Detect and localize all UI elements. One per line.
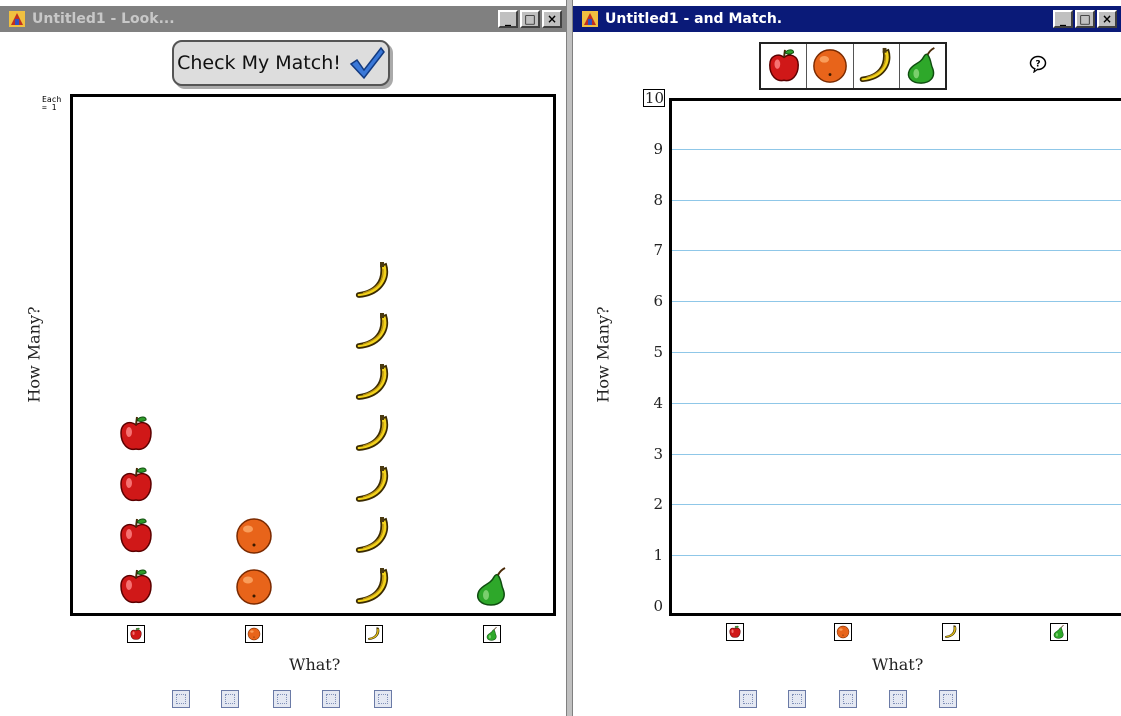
line-view-icon[interactable] bbox=[322, 690, 340, 708]
line-view-icon[interactable] bbox=[889, 690, 907, 708]
palette-banana-icon[interactable] bbox=[854, 44, 900, 88]
x-axis-label: What? bbox=[289, 655, 341, 674]
apple-mark[interactable] bbox=[116, 414, 156, 454]
bar-graph-plot-area[interactable] bbox=[669, 98, 1121, 616]
y-axis-label: How Many? bbox=[24, 306, 44, 403]
checkmark-icon bbox=[349, 46, 385, 80]
grid-line bbox=[672, 301, 1121, 303]
banana-mark[interactable] bbox=[353, 414, 393, 454]
check-button-label: Check My Match! bbox=[177, 52, 341, 74]
pie-view-icon[interactable] bbox=[939, 690, 957, 708]
close-button[interactable]: × bbox=[1097, 10, 1117, 28]
y-tick-label: 8 bbox=[653, 190, 663, 209]
pictograph-key: Each = 1 bbox=[42, 95, 62, 112]
close-button[interactable]: × bbox=[542, 10, 562, 28]
x-category-pear-icon bbox=[483, 625, 501, 643]
x-category-pear-icon bbox=[1050, 623, 1068, 641]
grid-line bbox=[672, 402, 1121, 404]
y-axis-label: How Many? bbox=[593, 306, 613, 403]
grid-line bbox=[672, 250, 1121, 252]
pie-view-icon[interactable] bbox=[374, 690, 392, 708]
minimize-button[interactable]: _ bbox=[1053, 10, 1073, 28]
maximize-button[interactable]: □ bbox=[520, 10, 540, 28]
banana-mark[interactable] bbox=[353, 363, 393, 403]
y-tick-label: 0 bbox=[653, 597, 663, 615]
grid-line bbox=[672, 199, 1121, 201]
apple-mark[interactable] bbox=[116, 465, 156, 505]
banana-mark[interactable] bbox=[353, 516, 393, 556]
y-tick-label: 3 bbox=[653, 444, 663, 463]
apple-mark[interactable] bbox=[116, 516, 156, 556]
table-view-icon[interactable] bbox=[172, 690, 190, 708]
y-tick-label: 4 bbox=[653, 393, 663, 412]
x-axis-label: What? bbox=[872, 655, 924, 674]
grid-line bbox=[672, 148, 1121, 150]
bar-view-icon[interactable] bbox=[839, 690, 857, 708]
y-tick-label: 9 bbox=[653, 139, 663, 158]
x-category-banana-icon bbox=[942, 623, 960, 641]
banana-mark[interactable] bbox=[353, 567, 393, 607]
window-divider[interactable] bbox=[566, 0, 573, 716]
y-tick-label: 7 bbox=[653, 241, 663, 260]
bar-view-icon[interactable] bbox=[273, 690, 291, 708]
banana-mark[interactable] bbox=[353, 312, 393, 352]
x-category-apple-icon bbox=[127, 625, 145, 643]
grid-line bbox=[672, 352, 1121, 353]
check-my-match-button[interactable]: Check My Match! bbox=[172, 40, 390, 86]
window-title: Untitled1 - Look... bbox=[32, 11, 175, 27]
grid-line bbox=[672, 555, 1121, 557]
fruit-palette bbox=[759, 42, 947, 90]
right-titlebar[interactable]: Untitled1 - and Match. _ □ × bbox=[573, 6, 1121, 32]
y-tick-label: 1 bbox=[653, 546, 663, 565]
grid-line bbox=[672, 453, 1121, 455]
palette-pear-icon[interactable] bbox=[900, 44, 945, 88]
palette-orange-icon[interactable] bbox=[807, 44, 854, 88]
orange-mark[interactable] bbox=[234, 567, 274, 607]
pear-mark[interactable] bbox=[472, 567, 512, 607]
orange-mark[interactable] bbox=[234, 516, 274, 556]
table-view-icon[interactable] bbox=[739, 690, 757, 708]
app-icon bbox=[9, 11, 25, 27]
x-category-banana-icon bbox=[365, 625, 383, 643]
apple-mark[interactable] bbox=[116, 567, 156, 607]
y-tick-label: 2 bbox=[653, 495, 663, 514]
x-category-apple-icon bbox=[726, 623, 744, 641]
grid-line bbox=[672, 504, 1121, 506]
y-tick-label: 5 bbox=[653, 343, 663, 361]
svg-text:?: ? bbox=[1035, 60, 1040, 70]
right-window: Untitled1 - and Match. _ □ × ? 0 1 2 3 4 5 6 7 8… bbox=[573, 0, 1121, 716]
maximize-button[interactable]: □ bbox=[1075, 10, 1095, 28]
left-window: Untitled1 - Look... _ □ × Check My Match… bbox=[0, 0, 566, 716]
app-icon bbox=[582, 11, 598, 27]
left-titlebar[interactable]: Untitled1 - Look... _ □ × bbox=[0, 6, 566, 32]
palette-apple-icon[interactable] bbox=[761, 44, 808, 88]
speech-bubble-question-icon[interactable]: ? bbox=[1029, 55, 1047, 73]
banana-mark[interactable] bbox=[353, 261, 393, 301]
x-category-orange-icon bbox=[245, 625, 263, 643]
scatter-view-icon[interactable] bbox=[221, 690, 239, 708]
scatter-view-icon[interactable] bbox=[788, 690, 806, 708]
minimize-button[interactable]: _ bbox=[498, 10, 518, 28]
window-title: Untitled1 - and Match. bbox=[605, 11, 783, 27]
y-tick-label: 10 bbox=[643, 89, 665, 107]
x-category-orange-icon bbox=[834, 623, 852, 641]
banana-mark[interactable] bbox=[353, 465, 393, 505]
y-tick-label: 6 bbox=[653, 292, 663, 311]
